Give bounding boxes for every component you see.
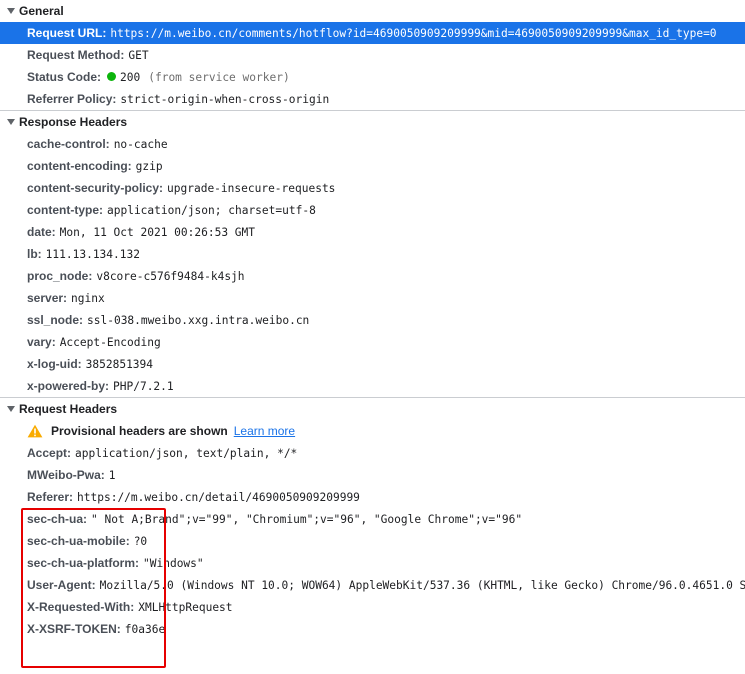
response-headers-section: Response Headers cache-control: no-cache … <box>0 111 745 398</box>
header-value[interactable]: strict-origin-when-cross-origin <box>120 93 329 106</box>
response-header-row[interactable]: x-log-uid: 3852851394 <box>0 353 745 375</box>
response-header-row[interactable]: ssl_node: ssl-038.mweibo.xxg.intra.weibo.… <box>0 309 745 331</box>
request-url-row[interactable]: Request URL: https://m.weibo.cn/comments/… <box>0 22 745 44</box>
request-header-row[interactable]: sec-ch-ua-mobile: ?0 <box>0 530 745 552</box>
header-value[interactable]: XMLHttpRequest <box>138 601 232 614</box>
response-header-row[interactable]: lb: 111.13.134.132 <box>0 243 745 265</box>
request-headers-section: Request Headers Provisional headers are … <box>0 398 745 640</box>
header-value[interactable]: application/json; charset=utf-8 <box>107 204 316 217</box>
header-value[interactable]: application/json, text/plain, */* <box>75 447 297 460</box>
header-value[interactable]: no-cache <box>114 138 168 151</box>
response-header-row[interactable]: cache-control: no-cache <box>0 133 745 155</box>
status-code-row[interactable]: Status Code: 200 (from service worker) <box>0 66 745 88</box>
header-key: User-Agent: <box>27 578 96 592</box>
request-header-row[interactable]: sec-ch-ua-platform: "Windows" <box>0 552 745 574</box>
header-key: Referer: <box>27 490 74 504</box>
status-dot-icon <box>107 72 117 82</box>
header-key: content-encoding: <box>27 159 132 173</box>
response-header-row[interactable]: content-security-policy: upgrade-insecure… <box>0 177 745 199</box>
header-key: X-Requested-With: <box>27 600 135 614</box>
header-value[interactable]: nginx <box>71 292 105 305</box>
header-value[interactable]: 200 <box>120 71 140 84</box>
header-key: vary: <box>27 335 56 349</box>
request-header-row[interactable]: X-XSRF-TOKEN: f0a36e <box>0 618 745 640</box>
header-value[interactable]: ?0 <box>134 535 147 548</box>
header-value[interactable]: " Not A;Brand";v="99", "Chromium";v="96"… <box>91 513 522 526</box>
request-method-row[interactable]: Request Method: GET <box>0 44 745 66</box>
header-key: MWeibo-Pwa: <box>27 468 105 482</box>
response-header-row[interactable]: vary: Accept-Encoding <box>0 331 745 353</box>
request-headers-header[interactable]: Request Headers <box>0 398 745 420</box>
collapse-triangle-icon[interactable] <box>7 406 15 412</box>
response-headers-title: Response Headers <box>19 115 128 129</box>
referrer-policy-row[interactable]: Referrer Policy: strict-origin-when-cross… <box>0 88 745 110</box>
provisional-warning: Provisional headers are shown Learn more <box>0 420 745 442</box>
response-header-row[interactable]: x-powered-by: PHP/7.2.1 <box>0 375 745 397</box>
request-header-row[interactable]: Referer: https://m.weibo.cn/detail/469005… <box>0 486 745 508</box>
response-header-row[interactable]: proc_node: v8core-c576f9484-k4sjh <box>0 265 745 287</box>
header-value[interactable]: "Windows" <box>143 557 204 570</box>
header-key: sec-ch-ua-mobile: <box>27 534 130 548</box>
header-key: Accept: <box>27 446 72 460</box>
response-header-row[interactable]: server: nginx <box>0 287 745 309</box>
warning-text: Provisional headers are shown <box>51 424 228 438</box>
request-headers-title: Request Headers <box>19 402 118 416</box>
status-note: (from service worker) <box>148 71 290 84</box>
header-value[interactable]: Mozilla/5.0 (Windows NT 10.0; WOW64) App… <box>100 579 745 592</box>
header-key: sec-ch-ua-platform: <box>27 556 140 570</box>
header-key: Request Method: <box>27 48 125 62</box>
request-header-row[interactable]: Accept: application/json, text/plain, */* <box>0 442 745 464</box>
request-header-row[interactable]: X-Requested-With: XMLHttpRequest <box>0 596 745 618</box>
collapse-triangle-icon[interactable] <box>7 119 15 125</box>
header-value[interactable]: https://m.weibo.cn/detail/46900509092099… <box>77 491 360 504</box>
learn-more-link[interactable]: Learn more <box>234 420 295 442</box>
general-header[interactable]: General <box>0 0 745 22</box>
header-key: content-type: <box>27 203 103 217</box>
header-value[interactable]: Accept-Encoding <box>60 336 161 349</box>
header-key: lb: <box>27 247 42 261</box>
header-value[interactable]: GET <box>128 49 148 62</box>
header-value[interactable]: 111.13.134.132 <box>46 248 140 261</box>
header-value[interactable]: 3852851394 <box>86 358 153 371</box>
general-section: General Request URL: https://m.weibo.cn/c… <box>0 0 745 111</box>
header-key: content-security-policy: <box>27 181 164 195</box>
header-value[interactable]: https://m.weibo.cn/comments/hotflow?id=4… <box>110 27 716 40</box>
header-key: Referrer Policy: <box>27 92 117 106</box>
header-value[interactable]: v8core-c576f9484-k4sjh <box>96 270 244 283</box>
header-key: date: <box>27 225 56 239</box>
general-title: General <box>19 4 64 18</box>
response-headers-header[interactable]: Response Headers <box>0 111 745 133</box>
request-header-row[interactable]: MWeibo-Pwa: 1 <box>0 464 745 486</box>
request-header-row[interactable]: User-Agent: Mozilla/5.0 (Windows NT 10.0;… <box>0 574 745 596</box>
response-header-row[interactable]: content-type: application/json; charset=u… <box>0 199 745 221</box>
header-key: cache-control: <box>27 137 110 151</box>
header-key: sec-ch-ua: <box>27 512 88 526</box>
header-value[interactable]: ssl-038.mweibo.xxg.intra.weibo.cn <box>87 314 309 327</box>
header-key: x-log-uid: <box>27 357 82 371</box>
header-key: proc_node: <box>27 269 93 283</box>
header-key: server: <box>27 291 68 305</box>
header-value[interactable]: 1 <box>109 469 116 482</box>
header-value[interactable]: Mon, 11 Oct 2021 00:26:53 GMT <box>60 226 255 239</box>
header-value[interactable]: f0a36e <box>125 623 165 636</box>
header-value[interactable]: upgrade-insecure-requests <box>167 182 335 195</box>
header-key: X-XSRF-TOKEN: <box>27 622 121 636</box>
header-key: ssl_node: <box>27 313 84 327</box>
header-key: x-powered-by: <box>27 379 110 393</box>
header-key: Request URL: <box>27 26 107 40</box>
header-key: Status Code: <box>27 70 102 84</box>
header-value[interactable]: PHP/7.2.1 <box>113 380 174 393</box>
request-header-row[interactable]: sec-ch-ua: " Not A;Brand";v="99", "Chromi… <box>0 508 745 530</box>
warning-icon <box>27 424 43 438</box>
collapse-triangle-icon[interactable] <box>7 8 15 14</box>
response-header-row[interactable]: content-encoding: gzip <box>0 155 745 177</box>
response-header-row[interactable]: date: Mon, 11 Oct 2021 00:26:53 GMT <box>0 221 745 243</box>
header-value[interactable]: gzip <box>136 160 163 173</box>
